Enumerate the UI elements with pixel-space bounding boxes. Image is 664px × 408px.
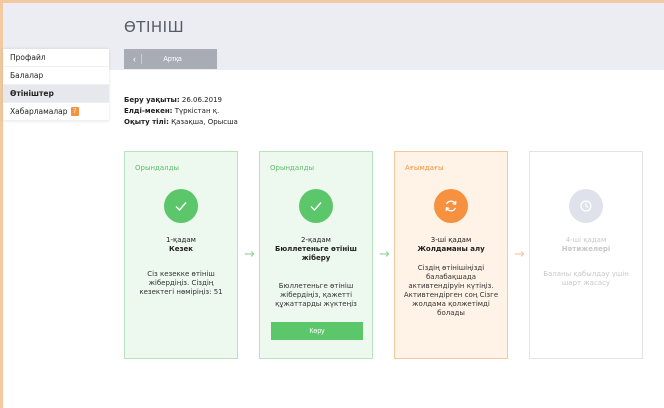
sidebar-item-label: Өтініштер xyxy=(10,89,54,98)
language-value: Қазақша, Орысша xyxy=(171,118,238,126)
step-icon-circle xyxy=(164,189,198,223)
locality-value: Түркістан қ. xyxy=(174,107,220,115)
step-icon-circle xyxy=(569,189,603,223)
sidebar-item-label: Хабарламалар xyxy=(10,107,68,116)
step-icon-circle xyxy=(434,189,468,223)
step-description: Баланы қабылдау үшін шарт жасасу xyxy=(543,270,629,287)
arrow-right-icon: → xyxy=(514,247,525,262)
step-card-2: Орындалды 2-қадам Бюллетеньге өтініш жіб… xyxy=(259,151,373,359)
step-heading: 3-ші қадам Жолдаманы алу xyxy=(399,236,503,254)
step-description: Сіз кезекке өтініш жібердіңіз. Сіздің ке… xyxy=(139,270,223,296)
submit-date-row: Беру уақыты: 26.06.2019 xyxy=(124,95,238,106)
check-icon xyxy=(310,202,322,212)
back-button-label: Артқа xyxy=(163,55,182,63)
language-row: Оқыту тілі: Қазақша, Орысша xyxy=(124,117,238,128)
chevron-left-icon: ‹ xyxy=(128,54,142,64)
arrow-right-icon: → xyxy=(244,247,255,262)
clock-icon xyxy=(580,200,592,212)
sidebar: Профайл Балалар Өтініштер Хабарламалар 7 xyxy=(3,49,109,121)
step-number: 2-қадам xyxy=(301,236,331,244)
check-icon xyxy=(175,202,187,212)
arrow-right-icon: → xyxy=(379,247,390,262)
step-status: Орындалды xyxy=(135,164,180,172)
application-info: Беру уақыты: 26.06.2019 Елді-мекен: Түрк… xyxy=(124,95,238,128)
sidebar-item-profile[interactable]: Профайл xyxy=(3,49,109,67)
sidebar-item-children[interactable]: Балалар xyxy=(3,67,109,85)
sidebar-item-applications[interactable]: Өтініштер xyxy=(3,85,109,103)
step-description: Бюллетеньге өтініш жібердіңіз, қажетті қ… xyxy=(275,282,357,308)
step-heading: 2-қадам Бюллетеньге өтініш жіберу xyxy=(264,236,368,263)
step-description: Сіздің өтінішіңізді балабақшада активтен… xyxy=(403,264,499,317)
submit-date-label: Беру уақыты: xyxy=(124,96,180,104)
notification-count-badge: 7 xyxy=(70,107,79,116)
submit-date-value: 26.06.2019 xyxy=(181,96,222,104)
step-number: 3-ші қадам xyxy=(430,236,472,244)
step-card-4: 4-ші қадам Нәтижелері Баланы қабылдау үш… xyxy=(529,151,643,359)
page-title: ӨТІНІШ xyxy=(124,18,185,36)
step-status: Орындалды xyxy=(270,164,315,172)
sidebar-item-label: Профайл xyxy=(10,53,46,62)
sidebar-item-label: Балалар xyxy=(10,71,44,80)
step-name: Жолдаманы алу xyxy=(417,245,485,253)
refresh-icon xyxy=(445,200,457,212)
step-number: 4-ші қадам xyxy=(565,236,607,244)
step-card-3: Ағымдағы 3-ші қадам Жолдаманы алу Сіздің… xyxy=(394,151,508,359)
step-name: Нәтижелері xyxy=(561,245,611,253)
language-label: Оқыту тілі: xyxy=(124,118,169,126)
step-icon-circle xyxy=(299,189,333,223)
step-status: Ағымдағы xyxy=(405,164,444,172)
locality-label: Елді-мекен: xyxy=(124,107,173,115)
step-card-1: Орындалды 1-қадам Кезек Сіз кезекке өтін… xyxy=(124,151,238,359)
step-name: Бюллетеньге өтініш жіберу xyxy=(275,245,357,262)
step-heading: 1-қадам Кезек xyxy=(129,236,233,254)
step-heading: 4-ші қадам Нәтижелері xyxy=(534,236,638,254)
sidebar-item-notifications[interactable]: Хабарламалар 7 xyxy=(3,103,109,121)
step-name: Кезек xyxy=(168,245,194,253)
back-button[interactable]: ‹ Артқа xyxy=(124,49,217,69)
view-button[interactable]: Көру xyxy=(271,322,363,340)
locality-row: Елді-мекен: Түркістан қ. xyxy=(124,106,238,117)
step-number: 1-қадам xyxy=(166,236,196,244)
